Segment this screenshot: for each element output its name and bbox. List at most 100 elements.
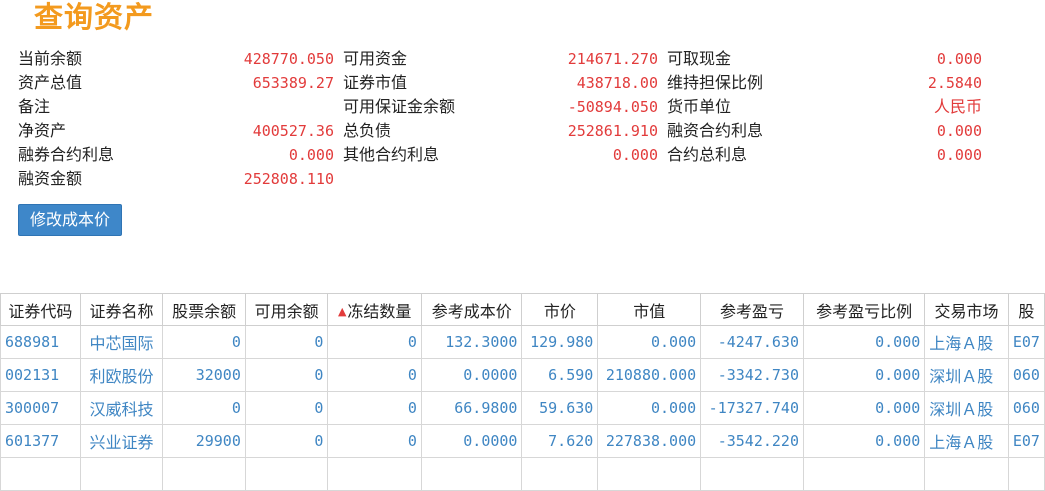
cell-stock-balance: 29900 [162, 424, 246, 458]
modify-cost-button[interactable]: 修改成本价 [18, 204, 122, 236]
table-row[interactable]: 002131 利欧股份 32000 0 0 0.0000 6.590 21088… [0, 358, 1045, 392]
other-contract-interest-label: 其他合约利息 [343, 145, 440, 164]
cell-name: 中芯国际 [79, 325, 164, 359]
withdrawable-cash-label: 可取现金 [667, 49, 732, 68]
currency-label: 货币单位 [667, 97, 732, 116]
cell-shareholder: 060 [1007, 358, 1045, 392]
cell-ref-pnl-ratio: 0.000 [802, 358, 926, 392]
cell-empty [162, 457, 246, 491]
cell-code: 601377 [0, 424, 81, 458]
currency-value: 人民币 [933, 97, 982, 116]
maintenance-ratio-label: 维持担保比例 [667, 73, 764, 92]
cell-available-balance: 0 [244, 424, 329, 458]
column-header-ref-pnl-ratio[interactable]: 参考盈亏比例 [802, 293, 926, 326]
cell-ref-pnl-ratio: 0.000 [802, 325, 926, 359]
cell-empty [0, 457, 81, 491]
cell-frozen-qty: 0 [327, 424, 422, 458]
cell-market: 上海Ａ股 [924, 325, 1009, 359]
cell-market-value: 227838.000 [597, 424, 702, 458]
current-balance-label: 当前余额 [18, 49, 83, 68]
cell-empty [802, 457, 926, 491]
table-header-row: 证券代码 证券名称 股票余额 可用余额 ▲冻结数量 参考成本价 市价 市值 参考… [0, 293, 1045, 326]
cell-empty [1007, 457, 1045, 491]
table-row-empty [0, 457, 1045, 491]
available-funds-label: 可用资金 [343, 49, 408, 68]
column-header-ref-pnl[interactable]: 参考盈亏 [700, 293, 804, 326]
cell-market-value: 0.000 [597, 325, 702, 359]
securities-market-value-label: 证券市值 [343, 73, 408, 92]
cell-ref-pnl-ratio: 0.000 [802, 424, 926, 458]
cell-empty [521, 457, 599, 491]
cell-ref-cost: 132.3000 [420, 325, 523, 359]
current-balance-value: 428770.050 [243, 50, 334, 68]
cell-frozen-qty: 0 [327, 391, 422, 425]
holdings-table: 证券代码 证券名称 股票余额 可用余额 ▲冻结数量 参考成本价 市价 市值 参考… [0, 293, 1045, 491]
column-header-shareholder[interactable]: 股 [1007, 293, 1045, 326]
securities-lending-interest-label: 融券合约利息 [18, 145, 115, 164]
available-funds-value: 214671.270 [567, 50, 658, 68]
column-header-ref-cost[interactable]: 参考成本价 [420, 293, 523, 326]
cell-stock-balance: 32000 [162, 358, 246, 392]
table-row[interactable]: 601377 兴业证券 29900 0 0 0.0000 7.620 22783… [0, 424, 1045, 458]
cell-price: 6.590 [521, 358, 599, 392]
cell-stock-balance: 0 [162, 391, 246, 425]
cell-market: 上海Ａ股 [924, 424, 1009, 458]
column-header-available-balance[interactable]: 可用余额 [244, 293, 329, 326]
total-liabilities-label: 总负债 [343, 121, 392, 140]
cell-ref-cost: 0.0000 [420, 358, 523, 392]
cell-price: 59.630 [521, 391, 599, 425]
cell-shareholder: E07 [1007, 424, 1045, 458]
cell-shareholder: 060 [1007, 391, 1045, 425]
net-assets-label: 净资产 [18, 121, 67, 140]
cell-code: 688981 [0, 325, 81, 359]
securities-lending-interest-value: 0.000 [288, 146, 334, 164]
remarks-label: 备注 [18, 97, 51, 116]
cell-ref-pnl: -3542.220 [700, 424, 804, 458]
cell-stock-balance: 0 [162, 325, 246, 359]
total-contract-interest-value: 0.000 [936, 146, 982, 164]
financing-amount-label: 融资金额 [18, 169, 83, 188]
cell-price: 129.980 [521, 325, 599, 359]
table-row[interactable]: 688981 中芯国际 0 0 0 132.3000 129.980 0.000… [0, 325, 1045, 359]
column-header-market-value[interactable]: 市值 [597, 293, 702, 326]
cell-ref-cost: 0.0000 [420, 424, 523, 458]
cell-ref-pnl: -3342.730 [700, 358, 804, 392]
cell-empty [327, 457, 422, 491]
cell-name: 汉威科技 [79, 391, 164, 425]
available-margin-balance-label: 可用保证金余额 [343, 97, 456, 116]
column-header-frozen-qty[interactable]: ▲冻结数量 [327, 293, 422, 326]
total-liabilities-value: 252861.910 [567, 122, 658, 140]
cell-empty [79, 457, 164, 491]
table-row[interactable]: 300007 汉威科技 0 0 0 66.9800 59.630 0.000 -… [0, 391, 1045, 425]
column-header-name[interactable]: 证券名称 [79, 293, 164, 326]
cell-code: 300007 [0, 391, 81, 425]
column-header-price[interactable]: 市价 [521, 293, 599, 326]
column-header-market[interactable]: 交易市场 [924, 293, 1009, 326]
cell-available-balance: 0 [244, 325, 329, 359]
total-contract-interest-label: 合约总利息 [667, 145, 748, 164]
cell-empty [924, 457, 1009, 491]
column-header-frozen-qty-label: 冻结数量 [347, 301, 412, 321]
cell-frozen-qty: 0 [327, 325, 422, 359]
net-assets-value: 400527.36 [252, 122, 334, 140]
maintenance-ratio-value: 2.5840 [927, 74, 982, 92]
cell-ref-pnl-ratio: 0.000 [802, 391, 926, 425]
cell-empty [420, 457, 523, 491]
sort-ascending-icon: ▲ [337, 304, 347, 318]
cell-market-value: 210880.000 [597, 358, 702, 392]
securities-market-value-value: 438718.00 [576, 74, 658, 92]
cell-market: 深圳Ａ股 [924, 391, 1009, 425]
page-title: 查询资产 [34, 0, 155, 34]
cell-ref-cost: 66.9800 [420, 391, 523, 425]
margin-financing-interest-value: 0.000 [936, 122, 982, 140]
cell-shareholder: E07 [1007, 325, 1045, 359]
cell-empty [700, 457, 804, 491]
column-header-code[interactable]: 证券代码 [0, 293, 81, 326]
cell-name: 利欧股份 [79, 358, 164, 392]
cell-name: 兴业证券 [79, 424, 164, 458]
margin-financing-interest-label: 融资合约利息 [667, 121, 764, 140]
column-header-stock-balance[interactable]: 股票余额 [162, 293, 246, 326]
cell-empty [597, 457, 702, 491]
cell-market-value: 0.000 [597, 391, 702, 425]
available-margin-balance-value: -50894.050 [567, 98, 658, 116]
